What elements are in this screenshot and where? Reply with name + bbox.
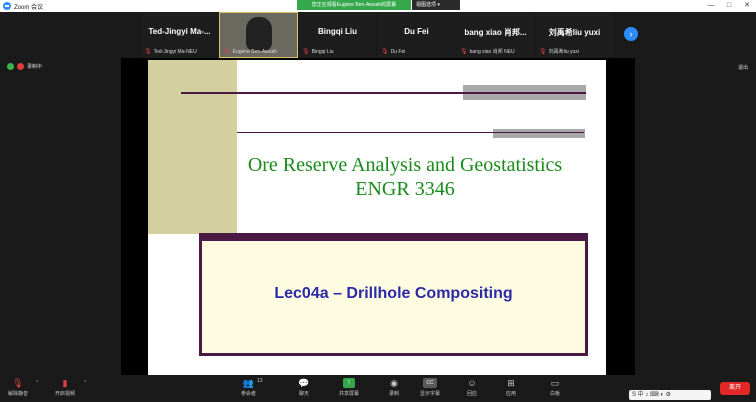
participant-display-name: 刘禹希liu yuxi: [548, 28, 601, 37]
captions-button[interactable]: CC 显示字幕: [420, 378, 440, 397]
toolbar-label: 解除静音: [8, 391, 29, 397]
slide-gray-bar: [493, 129, 585, 138]
microphone-muted-icon: 🎙: [12, 378, 24, 388]
close-icon[interactable]: ✕: [738, 0, 756, 12]
participant-tile[interactable]: bang xiao 肖邦... 🎙 bang xiao 肖邦 NEU: [457, 13, 534, 57]
recording-label: 录制中: [27, 64, 43, 70]
recording-indicator: 录制中: [7, 63, 42, 70]
toolbar-label: 聊天: [298, 391, 309, 397]
participant-tile-video[interactable]: 🎙 Eugene Ben-Awuah: [219, 12, 298, 58]
reactions-button[interactable]: ☺ 回应: [466, 378, 478, 397]
slide-divider-line: [237, 132, 584, 133]
toolbar-label: 回应: [466, 391, 477, 397]
mic-muted-icon: 🎙: [302, 49, 310, 55]
participant-name: Du Fei: [390, 48, 406, 55]
title-bar: Zoom 会议 您正在观看Eugene Ben-Awuah的屏幕 视图选项 ▾ …: [0, 0, 756, 12]
chat-button[interactable]: 💬 聊天: [298, 378, 310, 397]
chat-bubble-icon: 💬: [298, 378, 310, 388]
participant-display-name: Du Fei: [404, 27, 429, 36]
mic-muted-icon: 🎙: [539, 49, 547, 55]
participant-display-name: Ted-Jingyi Ma-...: [148, 27, 211, 36]
record-button[interactable]: ◉ 录制: [388, 378, 400, 397]
view-options-button[interactable]: 视图选项 ▾: [412, 0, 460, 10]
share-screen-button[interactable]: ↑ 共享屏幕: [339, 378, 359, 397]
next-participants-button[interactable]: ›: [624, 27, 638, 41]
cc-icon: CC: [423, 378, 437, 388]
participant-name: bang xiao 肖邦 NEU: [469, 49, 515, 55]
participant-display-name: Bingqi Liu: [317, 27, 358, 36]
whiteboard-icon: ▭: [550, 378, 560, 388]
participant-name: Eugene Ben-Awuah: [232, 48, 278, 55]
presentation-slide: Ore Reserve Analysis and Geostatistics E…: [148, 60, 606, 375]
toolbar-label: 录制: [388, 391, 399, 397]
start-video-button[interactable]: ▮ 开启视频: [55, 378, 75, 397]
share-arrow-icon: ↑: [343, 378, 355, 388]
mic-muted-icon: 🎙: [144, 49, 152, 55]
input-method-toolbar[interactable]: S 中 ♪ ⌨ ◐ ⚙: [629, 390, 711, 400]
slide-title-line: Ore Reserve Analysis and Geostatistics: [247, 154, 563, 176]
participant-name: Bingqi Liu: [311, 48, 334, 55]
participant-video: [246, 17, 272, 51]
participant-tile[interactable]: Du Fei 🎙 Du Fei: [378, 13, 455, 57]
security-shield-icon[interactable]: [7, 63, 14, 70]
participant-tile[interactable]: 刘禹希liu yuxi 🎙 刘禹希liu yuxi: [536, 13, 613, 57]
exit-fullscreen-button[interactable]: 退出: [738, 64, 748, 71]
maximize-icon[interactable]: □: [720, 0, 738, 12]
toolbar-label: 白板: [549, 391, 560, 397]
participant-name: Ted-Jingyi Ma-NEU: [153, 48, 197, 55]
slide-title-line: ENGR 3346: [355, 178, 455, 200]
apps-grid-icon: ⊞: [507, 378, 515, 388]
camera-off-icon: ▮: [62, 378, 68, 388]
participant-name: 刘禹希liu yuxi: [548, 49, 579, 55]
participant-display-name: bang xiao 肖邦...: [464, 28, 527, 37]
smiley-icon: ☺: [467, 378, 477, 388]
participant-tile[interactable]: Bingqi Liu 🎙 Bingqi Liu: [299, 13, 376, 57]
participants-button[interactable]: 👥 13 参会者: [241, 378, 263, 397]
zoom-logo-icon: [3, 2, 11, 10]
slide-subtitle: Lec04a – Drillhole Compositing: [274, 285, 513, 302]
mic-muted-icon: 🎙: [381, 49, 389, 55]
toolbar-label: 参会者: [241, 391, 257, 397]
minimize-icon[interactable]: —: [702, 0, 720, 12]
chevron-up-icon[interactable]: ^: [36, 380, 38, 386]
mic-muted-icon: 🎙: [460, 49, 468, 55]
participant-tile[interactable]: Ted-Jingyi Ma-... 🎙 Ted-Jingyi Ma-NEU: [141, 13, 218, 57]
participant-count: 13: [257, 378, 263, 384]
toolbar-label: 开启视频: [55, 391, 76, 397]
mic-muted-icon: 🎙: [223, 49, 231, 55]
viewing-banner: 您正在观看Eugene Ben-Awuah的屏幕: [297, 0, 411, 10]
toolbar-label: 共享屏幕: [339, 391, 360, 397]
toolbar-label: 应用: [505, 391, 516, 397]
recording-dot-icon: [17, 63, 24, 70]
chevron-up-icon[interactable]: ^: [84, 380, 86, 386]
participant-strip: Ted-Jingyi Ma-... 🎙 Ted-Jingyi Ma-NEU 🎙 Eu…: [141, 12, 613, 58]
people-icon: 👥: [242, 378, 255, 388]
leave-meeting-button[interactable]: 离开: [720, 382, 750, 395]
slide-tan-panel: [148, 60, 237, 234]
slide-subtitle-box: Lec04a – Drillhole Compositing: [199, 241, 588, 356]
slide-divider-line: [181, 92, 586, 94]
window-controls: — □ ✕: [702, 0, 756, 12]
zoom-meeting-window: Zoom 会议 您正在观看Eugene Ben-Awuah的屏幕 视图选项 ▾ …: [0, 0, 756, 402]
record-icon: ◉: [390, 378, 398, 388]
apps-button[interactable]: ⊞ 应用: [505, 378, 517, 397]
slide-title: Ore Reserve Analysis and Geostatistics E…: [237, 153, 573, 201]
whiteboard-button[interactable]: ▭ 白板: [549, 378, 561, 397]
unmute-button[interactable]: 🎙 解除静音: [8, 378, 28, 397]
window-title: Zoom 会议: [14, 4, 44, 11]
toolbar-label: 显示字幕: [420, 391, 441, 397]
